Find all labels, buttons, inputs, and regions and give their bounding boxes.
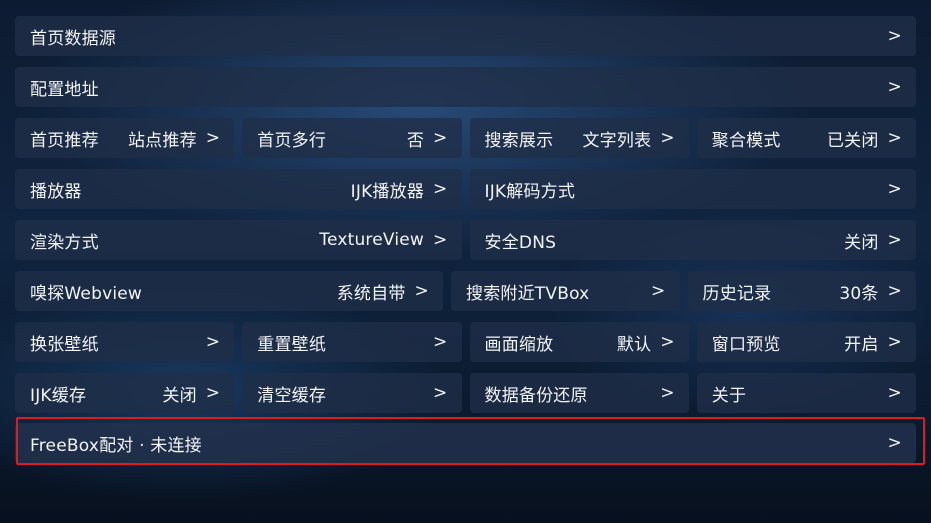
setting-value: 否 (406, 130, 425, 151)
setting-picture-scale[interactable]: 画面缩放 默认 > (469, 322, 689, 362)
settings-row: 首页数据源 > (15, 16, 916, 56)
settings-row: IJK缓存 关闭 > 清空缓存 > 数据备份还原 > 关于 > (15, 373, 916, 413)
setting-label: 清空缓存 (257, 385, 327, 406)
chevron-right-icon: > (887, 383, 902, 403)
setting-about[interactable]: 关于 > (696, 373, 916, 413)
setting-value: 关闭 (844, 232, 879, 253)
settings-panel: 首页数据源 > 配置地址 > 首页推荐 站点推荐 > 首页多行 否 > 搜索展示… (0, 0, 931, 523)
setting-label: 首页数据源 (30, 28, 116, 49)
setting-history[interactable]: 历史记录 30条 > (687, 271, 916, 311)
setting-value: 已关闭 (826, 130, 879, 151)
setting-value: 默认 (616, 334, 652, 355)
chevron-right-icon: > (205, 128, 221, 148)
setting-ijk-decode-mode[interactable]: IJK解码方式 > (469, 169, 916, 209)
chevron-right-icon: > (660, 128, 675, 148)
chevron-right-icon: > (887, 179, 902, 199)
settings-row: 渲染方式 TextureView > 安全DNS 关闭 > (15, 220, 916, 260)
setting-label: 配置地址 (30, 79, 99, 100)
chevron-right-icon: > (433, 128, 448, 148)
setting-window-preview[interactable]: 窗口预览 开启 > (696, 322, 916, 362)
chevron-right-icon: > (205, 332, 221, 352)
chevron-right-icon: > (414, 281, 429, 301)
chevron-right-icon: > (433, 383, 448, 403)
setting-search-display[interactable]: 搜索展示 文字列表 > (469, 118, 689, 158)
setting-value: TextureView (319, 230, 425, 250)
chevron-right-icon: > (887, 230, 902, 250)
setting-label: 渲染方式 (30, 232, 99, 253)
setting-value: 系统自带 (336, 283, 406, 304)
chevron-right-icon: > (433, 230, 448, 250)
setting-label: 重置壁纸 (257, 334, 327, 355)
chevron-right-icon: > (433, 179, 448, 199)
setting-label: 嗅探Webview (30, 283, 143, 304)
setting-secure-dns[interactable]: 安全DNS 关闭 > (469, 220, 916, 260)
setting-player[interactable]: 播放器 IJK播放器 > (15, 169, 462, 209)
setting-label: 窗口预览 (711, 334, 781, 355)
setting-label: 换张壁纸 (30, 334, 99, 355)
setting-value: IJK播放器 (350, 181, 425, 202)
setting-home-data-source[interactable]: 首页数据源 > (15, 16, 916, 56)
chevron-right-icon: > (887, 26, 902, 46)
setting-sniff-webview[interactable]: 嗅探Webview 系统自带 > (15, 271, 443, 311)
setting-render-mode[interactable]: 渲染方式 TextureView > (15, 220, 462, 260)
chevron-right-icon: > (651, 281, 666, 301)
setting-value: 文字列表 (582, 130, 652, 151)
setting-home-recommend[interactable]: 首页推荐 站点推荐 > (15, 118, 235, 158)
setting-label: 历史记录 (702, 283, 772, 304)
chevron-right-icon: > (660, 332, 675, 352)
setting-label: 首页推荐 (30, 130, 99, 151)
chevron-right-icon: > (887, 128, 902, 148)
settings-row: 嗅探Webview 系统自带 > 搜索附近TVBox > 历史记录 30条 > (15, 271, 916, 311)
chevron-right-icon: > (887, 77, 902, 97)
settings-row: 配置地址 > (15, 67, 916, 107)
setting-home-multirow[interactable]: 首页多行 否 > (242, 118, 462, 158)
chevron-right-icon: > (205, 383, 221, 403)
setting-label: 聚合模式 (711, 130, 781, 151)
setting-value: 关闭 (162, 385, 197, 406)
setting-value: 站点推荐 (127, 130, 197, 151)
setting-label: IJK缓存 (30, 385, 87, 406)
setting-search-nearby-tvbox[interactable]: 搜索附近TVBox > (451, 271, 680, 311)
setting-label: 关于 (711, 385, 747, 406)
setting-label: IJK解码方式 (484, 181, 576, 202)
settings-row: 首页推荐 站点推荐 > 首页多行 否 > 搜索展示 文字列表 > 聚合模式 已关… (15, 118, 916, 158)
setting-label: 搜索展示 (484, 130, 554, 151)
setting-data-backup-restore[interactable]: 数据备份还原 > (469, 373, 689, 413)
setting-value: 开启 (844, 334, 879, 355)
setting-label: 搜索附近TVBox (466, 283, 590, 304)
setting-ijk-cache[interactable]: IJK缓存 关闭 > (15, 373, 235, 413)
settings-row: 播放器 IJK播放器 > IJK解码方式 > (15, 169, 916, 209)
setting-clear-cache[interactable]: 清空缓存 > (242, 373, 462, 413)
setting-label: 首页多行 (257, 130, 327, 151)
setting-config-address[interactable]: 配置地址 > (15, 67, 916, 107)
chevron-right-icon: > (660, 383, 675, 403)
setting-change-wallpaper[interactable]: 换张壁纸 > (15, 322, 235, 362)
setting-value: 30条 (839, 283, 879, 304)
chevron-right-icon: > (433, 332, 448, 352)
setting-label: 播放器 (30, 181, 82, 202)
setting-label: 数据备份还原 (484, 385, 588, 406)
setting-reset-wallpaper[interactable]: 重置壁纸 > (242, 322, 462, 362)
settings-row: 换张壁纸 > 重置壁纸 > 画面缩放 默认 > 窗口预览 开启 > (15, 322, 916, 362)
setting-aggregate-mode[interactable]: 聚合模式 已关闭 > (696, 118, 916, 158)
chevron-right-icon: > (887, 332, 902, 352)
focus-highlight (16, 417, 925, 465)
setting-label: 画面缩放 (484, 334, 554, 355)
chevron-right-icon: > (887, 281, 902, 301)
setting-label: 安全DNS (484, 232, 557, 253)
